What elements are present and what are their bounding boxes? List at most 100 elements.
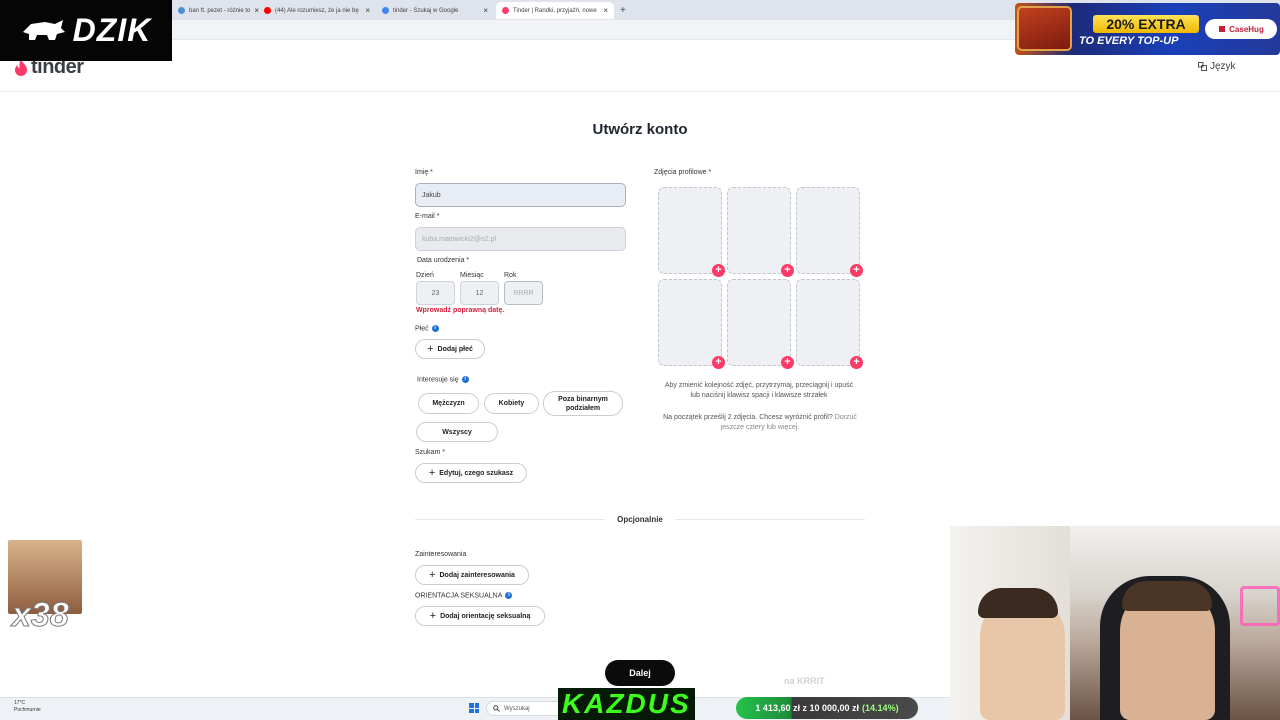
plus-icon: + (429, 568, 436, 581)
donation-goal-bar: 1 413,60 zł z 10 000,00 zł (14.14%) (736, 697, 918, 719)
plus-icon: + (429, 609, 437, 622)
tab-favicon-icon (264, 7, 271, 14)
photos-label: Zdjęcia profilowe * (654, 169, 712, 176)
interests-label: Zainteresowania (415, 551, 467, 558)
stream-logo-text: DZIK (72, 12, 152, 48)
year-label: Rok (504, 272, 517, 279)
channel-name-overlay: KAZDUS (558, 688, 695, 720)
weather-widget[interactable]: 17°C Pochmurnie (14, 700, 41, 714)
email-label: E-mail * (415, 213, 440, 220)
optional-heading: Opcjonalnie (617, 515, 663, 524)
weather-desc: Pochmurnie (14, 707, 41, 713)
tab-favicon-icon (382, 7, 389, 14)
plus-icon: + (427, 342, 434, 355)
tab-title: (44) Ale rozumiesz, że ja nie bę (275, 7, 359, 14)
option-men[interactable]: Mężczyzn (418, 393, 479, 414)
tab-close-icon[interactable]: × (365, 6, 370, 15)
browser-tab[interactable]: (44) Ale rozumiesz, że ja nie bę × (258, 2, 376, 19)
interested-label-row: Interesuje się i (417, 376, 469, 383)
flame-icon (15, 59, 27, 76)
edit-looking-label: Edytuj, czego szukasz (439, 469, 514, 477)
date-error-message: Wprowadź poprawną datę. (416, 307, 505, 314)
page-title: Utwórz konto (592, 121, 688, 138)
day-label: Dzień (416, 272, 434, 279)
add-interests-button[interactable]: + Dodaj zainteresowania (415, 565, 529, 585)
promo-banner[interactable]: 20% EXTRA TO EVERY TOP-UP CaseHug (1015, 3, 1280, 55)
webcam-feed (950, 526, 1280, 720)
gender-label-row: Płeć i (415, 325, 439, 332)
gender-label: Płeć (415, 325, 429, 333)
browser-tab-active[interactable]: Tinder | Randki, przyjaźń, nowe × (496, 2, 614, 19)
promo-brand: CaseHug (1205, 19, 1277, 39)
boar-icon (22, 19, 65, 40)
weather-temp: 17°C (14, 700, 26, 706)
photo-upload-hint-text: Na początek prześlij 2 zdjęcia. Chcesz w… (663, 414, 833, 421)
divider (675, 519, 865, 520)
language-button[interactable]: Język (1198, 61, 1236, 72)
photo-slot[interactable] (796, 279, 860, 366)
add-photo-icon[interactable]: + (781, 264, 794, 277)
option-everyone[interactable]: Wszyscy (416, 422, 498, 442)
info-icon[interactable]: i (431, 325, 439, 332)
emote-count: x38 (12, 596, 70, 635)
webcam-hair (1122, 581, 1212, 611)
add-interests-label: Dodaj zainteresowania (439, 571, 515, 579)
plus-icon: + (428, 466, 436, 479)
windows-start-icon[interactable] (469, 703, 479, 713)
info-icon[interactable]: i (461, 376, 469, 383)
add-orientation-label: Dodaj orientację seksualną (440, 612, 531, 620)
add-photo-icon[interactable]: + (781, 356, 794, 369)
promo-subline: TO EVERY TOP-UP (1079, 35, 1179, 47)
year-input[interactable]: RRRR (504, 281, 543, 305)
add-orientation-button[interactable]: + Dodaj orientację seksualną (415, 606, 545, 626)
browser-tab[interactable]: ban ft. pezet - różnie to × (172, 2, 262, 19)
add-gender-label: Dodaj płeć (437, 345, 473, 353)
edit-looking-button[interactable]: + Edytuj, czego szukasz (415, 463, 527, 483)
tab-title: tinder - Szukaj w Google (393, 7, 459, 14)
photo-slot[interactable] (658, 187, 722, 274)
add-photo-icon[interactable]: + (712, 356, 725, 369)
interested-label: Interesuje się (417, 376, 459, 384)
cube-icon (1219, 26, 1226, 32)
goal-percent: (14.14%) (862, 703, 899, 713)
add-photo-icon[interactable]: + (850, 264, 863, 277)
photo-slot[interactable] (658, 279, 722, 366)
promo-headline: 20% EXTRA (1093, 15, 1199, 33)
month-label: Miesiąc (460, 272, 484, 279)
option-nonbinary[interactable]: Poza binarnym podziałem (543, 391, 623, 416)
treasure-chest-icon (1017, 6, 1072, 51)
name-input[interactable]: Jakub (415, 183, 626, 207)
overlay-watermark: na KRRIT (784, 676, 825, 686)
divider (415, 519, 605, 520)
goal-separator: z (802, 703, 807, 713)
add-photo-icon[interactable]: + (712, 264, 725, 277)
photo-slot[interactable] (727, 279, 791, 366)
email-input[interactable]: kuba.matowicki2@o2.pl (415, 227, 626, 251)
search-icon (493, 705, 500, 712)
new-tab-button[interactable]: + (614, 2, 630, 19)
tab-title: Tinder | Randki, przyjaźń, nowe (513, 7, 597, 14)
day-input[interactable]: 23 (416, 281, 455, 305)
stream-logo-overlay: DZIK (0, 0, 172, 61)
browser-tab[interactable]: tinder - Szukaj w Google × (376, 2, 494, 19)
photo-slot[interactable] (727, 187, 791, 274)
translate-icon (1198, 62, 1207, 71)
add-gender-button[interactable]: + Dodaj płeć (415, 339, 485, 359)
taskbar-search[interactable]: Wyszukaj (486, 701, 566, 716)
language-label: Język (1210, 61, 1236, 72)
tab-close-icon[interactable]: × (603, 6, 608, 15)
neon-sign (1240, 586, 1280, 626)
next-button[interactable]: Dalej (605, 660, 675, 686)
tab-title: ban ft. pezet - różnie to (189, 7, 251, 14)
orientation-label-row: ORIENTACJA SEKSUALNA i (415, 592, 513, 599)
month-input[interactable]: 12 (460, 281, 499, 305)
goal-current: 1 413,60 zł (755, 703, 800, 713)
info-icon[interactable]: i (505, 592, 513, 599)
tab-close-icon[interactable]: × (483, 6, 488, 15)
webcam-hair (978, 588, 1058, 618)
dob-label: Data urodzenia * (417, 257, 470, 264)
add-photo-icon[interactable]: + (850, 356, 863, 369)
goal-target: 10 000,00 zł (809, 703, 860, 713)
photo-slot[interactable] (796, 187, 860, 274)
option-women[interactable]: Kobiety (484, 393, 539, 414)
